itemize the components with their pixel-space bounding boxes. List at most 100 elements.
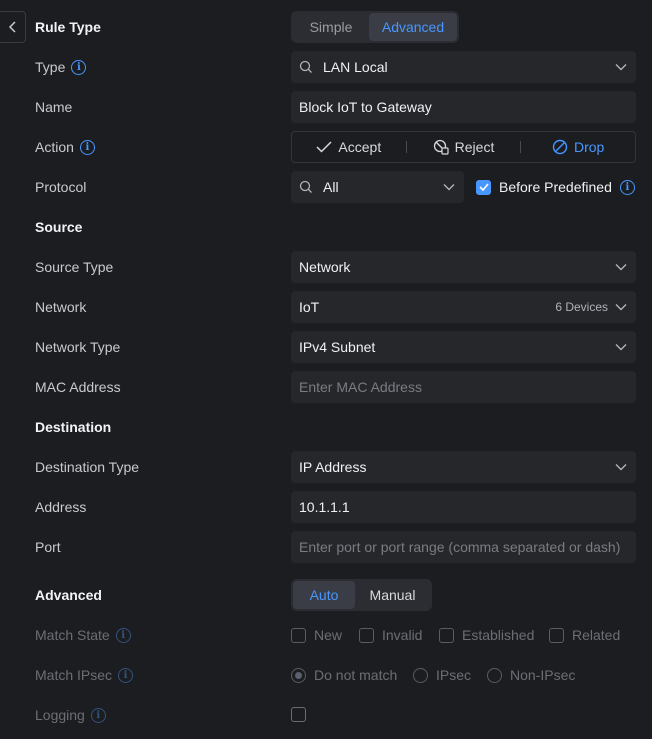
match-ipsec-label: Match IPsec i bbox=[35, 666, 134, 684]
check-icon bbox=[478, 183, 489, 191]
match-state-related[interactable]: Related bbox=[549, 627, 620, 643]
info-icon[interactable]: i bbox=[90, 707, 106, 723]
network-type-label: Network Type bbox=[35, 339, 121, 355]
action-accept[interactable]: Accept bbox=[292, 139, 406, 155]
action-label-text: Action bbox=[35, 139, 74, 155]
name-input[interactable]: Block IoT to Gateway bbox=[291, 91, 636, 123]
match-state-related-label: Related bbox=[572, 627, 621, 643]
back-button[interactable] bbox=[0, 11, 26, 43]
advanced-heading: Advanced bbox=[35, 587, 102, 603]
chevron-down-icon bbox=[614, 260, 628, 274]
destination-type-label: Destination Type bbox=[35, 459, 140, 475]
match-state-established[interactable]: Established bbox=[439, 627, 534, 643]
check-icon bbox=[316, 141, 332, 153]
address-value: 10.1.1.1 bbox=[299, 499, 350, 515]
info-icon[interactable]: i bbox=[619, 179, 635, 195]
drop-icon bbox=[552, 139, 568, 155]
info-icon[interactable]: i bbox=[79, 139, 95, 155]
info-icon[interactable]: i bbox=[71, 59, 87, 75]
network-select[interactable]: IoT 6 Devices bbox=[291, 291, 636, 323]
source-type-select[interactable]: Network bbox=[291, 251, 636, 283]
network-type-value: IPv4 Subnet bbox=[299, 339, 376, 355]
port-label: Port bbox=[35, 539, 61, 555]
advanced-toggle: Auto Manual bbox=[291, 579, 432, 611]
before-predefined-label: Before Predefined bbox=[499, 179, 612, 195]
checkbox[interactable] bbox=[549, 627, 564, 643]
match-ipsec-do-not-match[interactable]: Do not match bbox=[291, 667, 397, 683]
destination-type-select[interactable]: IP Address bbox=[291, 451, 636, 483]
match-state-invalid-label: Invalid bbox=[382, 627, 423, 643]
mac-address-input[interactable]: Enter MAC Address bbox=[291, 371, 636, 403]
chevron-down-icon bbox=[442, 180, 456, 194]
match-state-new[interactable]: New bbox=[291, 627, 342, 643]
match-state-label-text: Match State bbox=[35, 627, 110, 643]
action-segmented: Accept Reject Drop bbox=[291, 131, 636, 163]
action-reject[interactable]: Reject bbox=[407, 139, 521, 155]
network-value: IoT bbox=[299, 299, 320, 315]
port-input[interactable]: Enter port or port range (comma separate… bbox=[291, 531, 636, 563]
port-placeholder: Enter port or port range (comma separate… bbox=[299, 539, 621, 555]
rule-type-advanced[interactable]: Advanced bbox=[369, 13, 457, 41]
chevron-down-icon bbox=[614, 340, 628, 354]
network-type-select[interactable]: IPv4 Subnet bbox=[291, 331, 636, 363]
chevron-down-icon bbox=[614, 460, 628, 474]
action-accept-label: Accept bbox=[338, 139, 382, 155]
mac-address-placeholder: Enter MAC Address bbox=[299, 379, 422, 395]
name-label: Name bbox=[35, 99, 73, 115]
match-state-invalid[interactable]: Invalid bbox=[359, 627, 422, 643]
match-ipsec-ipsec[interactable]: IPsec bbox=[413, 667, 471, 683]
match-state-label: Match State i bbox=[35, 626, 131, 644]
before-predefined-checkbox[interactable] bbox=[476, 179, 491, 195]
chevron-down-icon bbox=[614, 300, 628, 314]
advanced-auto[interactable]: Auto bbox=[293, 581, 355, 609]
match-ipsec-non-ipsec[interactable]: Non-IPsec bbox=[487, 667, 575, 683]
destination-type-value: IP Address bbox=[299, 459, 367, 475]
rule-type-label: Rule Type bbox=[35, 19, 101, 35]
search-icon bbox=[299, 60, 312, 73]
logging-checkbox[interactable] bbox=[291, 707, 306, 722]
rule-type-simple[interactable]: Simple bbox=[293, 13, 369, 41]
search-icon bbox=[299, 180, 312, 193]
type-select[interactable]: LAN Local bbox=[291, 51, 636, 83]
type-label: Type i bbox=[35, 58, 87, 76]
match-ipsec-do-not-match-label: Do not match bbox=[314, 667, 398, 683]
radio[interactable] bbox=[413, 667, 428, 683]
action-drop[interactable]: Drop bbox=[521, 139, 635, 155]
checkbox[interactable] bbox=[439, 627, 454, 643]
info-icon[interactable]: i bbox=[118, 667, 134, 683]
address-label: Address bbox=[35, 499, 87, 515]
name-value: Block IoT to Gateway bbox=[299, 99, 432, 115]
address-input[interactable]: 10.1.1.1 bbox=[291, 491, 636, 523]
logging-label-text: Logging bbox=[35, 707, 85, 723]
match-ipsec-label-text: Match IPsec bbox=[35, 667, 113, 683]
source-type-value: Network bbox=[299, 259, 351, 275]
info-icon[interactable]: i bbox=[115, 627, 131, 643]
radio-dot bbox=[295, 671, 302, 679]
action-label: Action i bbox=[35, 138, 95, 156]
match-state-established-label: Established bbox=[462, 627, 535, 643]
action-reject-label: Reject bbox=[454, 139, 495, 155]
type-value: LAN Local bbox=[323, 59, 388, 75]
protocol-select[interactable]: All bbox=[291, 171, 464, 203]
destination-heading: Destination bbox=[35, 419, 112, 435]
advanced-manual[interactable]: Manual bbox=[355, 581, 430, 609]
match-ipsec-ipsec-label: IPsec bbox=[436, 667, 472, 683]
reject-icon bbox=[433, 139, 449, 155]
radio[interactable] bbox=[487, 667, 502, 683]
radio-selected[interactable] bbox=[291, 667, 306, 683]
rule-type-toggle: Simple Advanced bbox=[291, 11, 459, 43]
before-predefined: Before Predefined i bbox=[476, 179, 635, 195]
chevron-down-icon bbox=[614, 60, 628, 74]
logging-toggle[interactable] bbox=[291, 707, 306, 722]
action-drop-label: Drop bbox=[574, 139, 605, 155]
protocol-value: All bbox=[323, 179, 339, 195]
protocol-label: Protocol bbox=[35, 179, 87, 195]
network-label: Network bbox=[35, 299, 87, 315]
source-heading: Source bbox=[35, 219, 83, 235]
match-ipsec-non-ipsec-label: Non-IPsec bbox=[510, 667, 576, 683]
logging-label: Logging i bbox=[35, 706, 106, 724]
mac-address-label: MAC Address bbox=[35, 379, 121, 395]
network-device-count: 6 Devices bbox=[555, 300, 608, 314]
checkbox[interactable] bbox=[291, 627, 306, 643]
checkbox[interactable] bbox=[359, 627, 374, 643]
